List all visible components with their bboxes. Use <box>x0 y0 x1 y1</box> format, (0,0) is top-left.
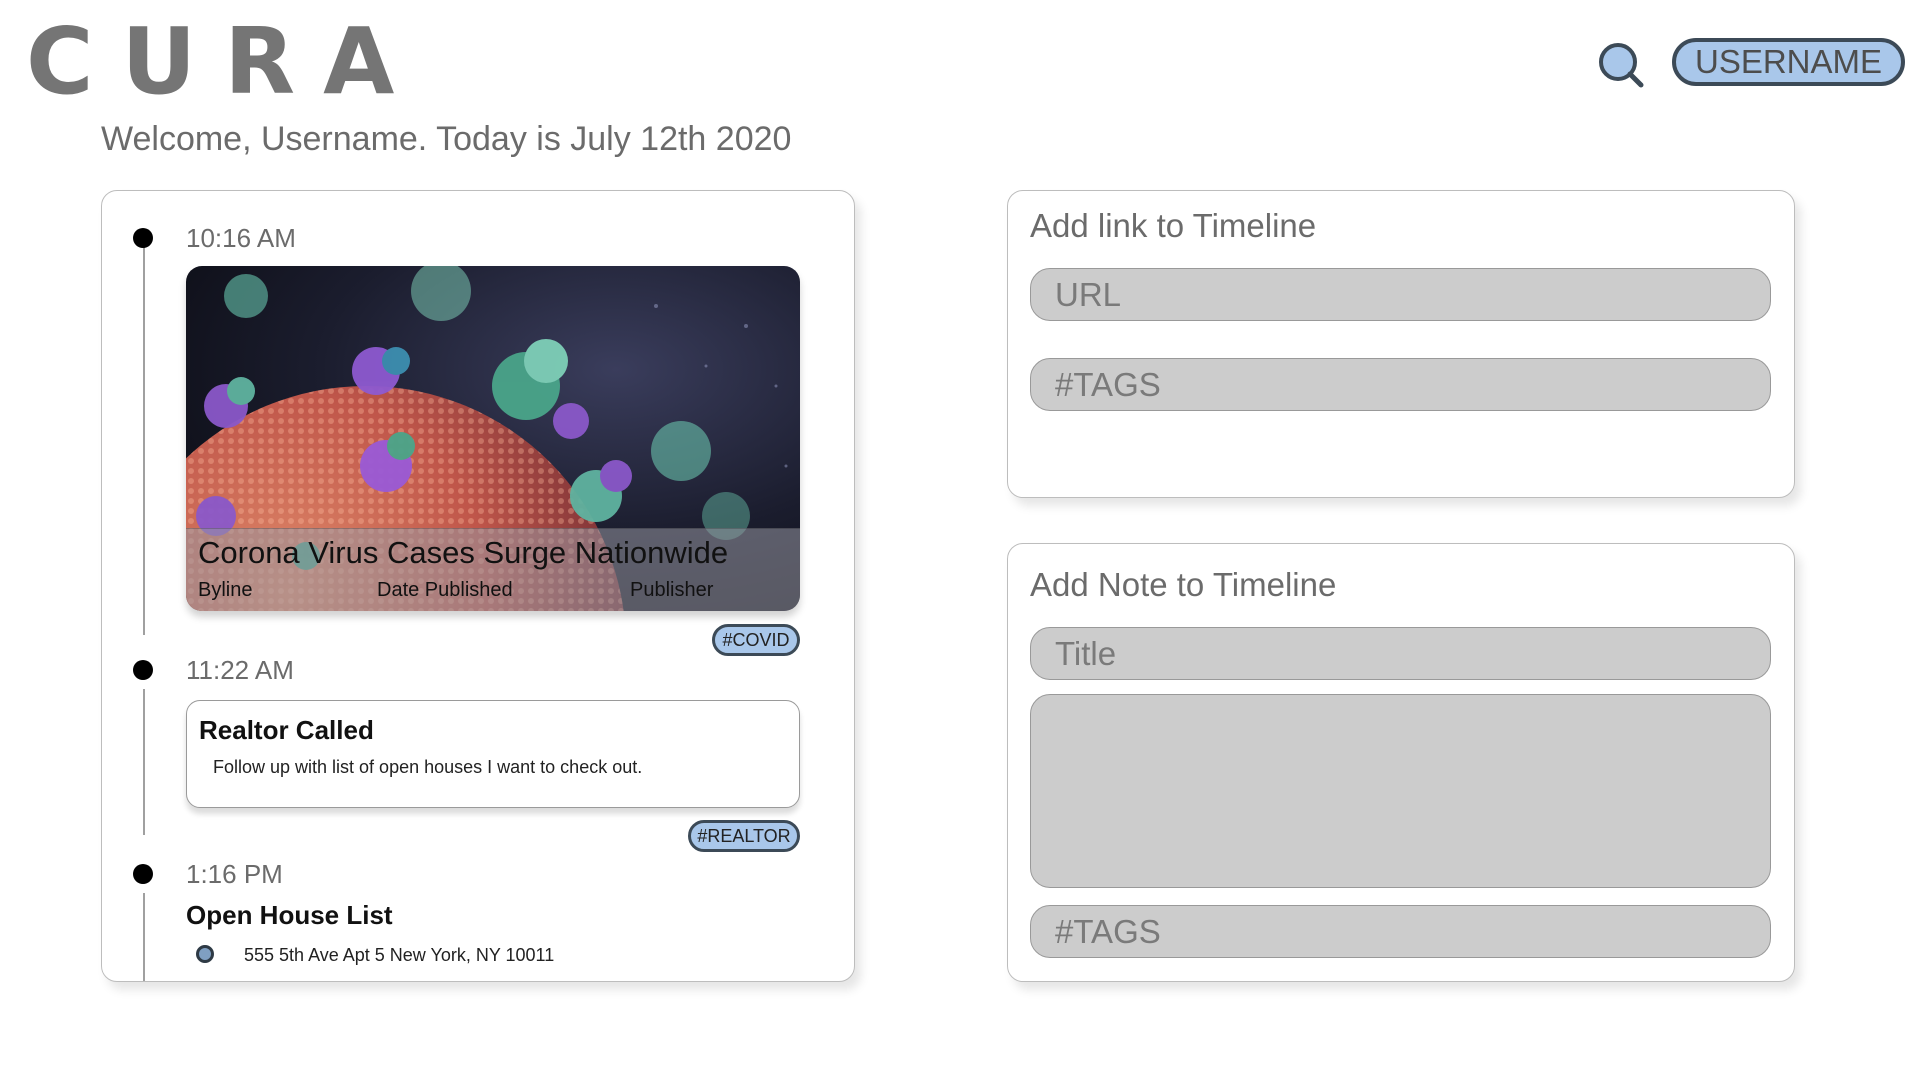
timeline-line <box>143 239 145 635</box>
timeline-dot <box>133 660 153 680</box>
article-title: Corona Virus Cases Surge Nationwide <box>198 535 729 570</box>
search-icon[interactable] <box>1597 41 1645 89</box>
logo-letter-r: R <box>224 8 296 115</box>
timeline-dot <box>133 864 153 884</box>
entry-time: 11:22 AM <box>186 655 294 685</box>
add-link-panel: Add link to Timeline <box>1007 190 1795 498</box>
note-tags-input[interactable] <box>1030 905 1771 958</box>
logo-letter-c: C <box>26 8 94 115</box>
list-item[interactable]: 555 5th Ave Apt 5 New York, NY 10011 <box>244 945 554 966</box>
note-body: Follow up with list of open houses I wan… <box>213 757 643 777</box>
entry-time: 10:16 AM <box>186 223 296 253</box>
entry-time: 1:16 PM <box>186 859 283 889</box>
timeline-panel[interactable]: 10:16 AM Corona Virus Cases Surge Nation… <box>101 190 855 982</box>
note-title-input[interactable] <box>1030 627 1771 680</box>
cura-app: C U R A USERNAME Welcome, Username. Toda… <box>0 0 1920 1080</box>
add-link-heading: Add link to Timeline <box>1030 207 1317 244</box>
url-input[interactable] <box>1030 268 1771 321</box>
tag-covid[interactable]: #COVID <box>712 624 800 656</box>
welcome-message: Welcome, Username. Today is July 12th 20… <box>101 120 792 158</box>
article-caption: Corona Virus Cases Surge Nationwide Byli… <box>186 528 800 611</box>
list-title: Open House List <box>186 900 393 930</box>
location-bullet-icon <box>196 945 214 963</box>
username-button[interactable]: USERNAME <box>1672 38 1905 86</box>
timeline-line <box>143 893 145 981</box>
link-tags-input[interactable] <box>1030 358 1771 411</box>
cura-logo[interactable]: C U R A <box>26 16 394 108</box>
note-body-input[interactable] <box>1030 694 1771 888</box>
logo-letter-a: A <box>323 8 395 115</box>
article-publisher: Publisher <box>630 579 714 601</box>
article-date-published: Date Published <box>377 579 513 601</box>
tag-realtor[interactable]: #REALTOR <box>688 820 800 852</box>
timeline-line <box>143 689 145 835</box>
add-note-panel: Add Note to Timeline <box>1007 543 1795 982</box>
note-title: Realtor Called <box>199 715 374 745</box>
add-note-heading: Add Note to Timeline <box>1030 566 1337 603</box>
article-byline: Byline <box>198 579 253 601</box>
note-card[interactable]: Realtor Called Follow up with list of op… <box>186 700 800 808</box>
article-card[interactable]: Corona Virus Cases Surge Nationwide Byli… <box>186 266 800 611</box>
logo-letter-u: U <box>121 8 197 115</box>
timeline-dot <box>133 228 153 248</box>
